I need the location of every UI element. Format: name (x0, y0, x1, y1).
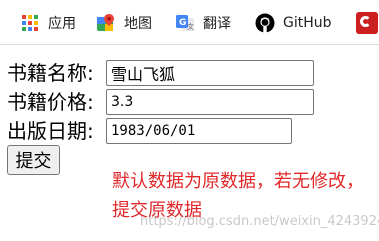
translate-icon: G 文 (175, 13, 195, 33)
bookmark-maps-label: 地图 (124, 16, 152, 32)
maps-pin-icon (96, 13, 116, 33)
publish-date-input[interactable] (106, 118, 292, 144)
bookmark-maps[interactable]: 地图 (96, 12, 152, 34)
svg-text:G: G (179, 18, 186, 28)
default-data-note: 默认数据为原数据，若无修改，提交原数据 (112, 171, 364, 221)
bookmark-translate-label: 翻译 (203, 16, 231, 32)
svg-text:文: 文 (187, 22, 194, 31)
bookmark-csdn-icon[interactable] (356, 12, 378, 34)
bookmark-github-label: GitHub (283, 15, 332, 31)
publish-date-label: 出版日期: (7, 119, 94, 143)
book-price-label: 书籍价格: (7, 90, 94, 114)
bookmark-translate[interactable]: G 文 翻译 (175, 12, 231, 34)
submit-button[interactable]: 提交 (7, 145, 60, 175)
bookmark-github[interactable]: GitHub (255, 12, 332, 34)
apps-grid-icon (20, 13, 40, 33)
bookmark-apps[interactable]: 应用 (20, 12, 76, 34)
book-name-input[interactable] (106, 60, 314, 86)
bookmark-apps-label: 应用 (48, 16, 76, 32)
github-icon (255, 13, 275, 33)
book-name-label: 书籍名称: (7, 61, 94, 85)
book-price-input[interactable] (106, 89, 314, 115)
bookmarks-bar: 应用 地图 G 文 翻译 GitHub (0, 0, 379, 45)
